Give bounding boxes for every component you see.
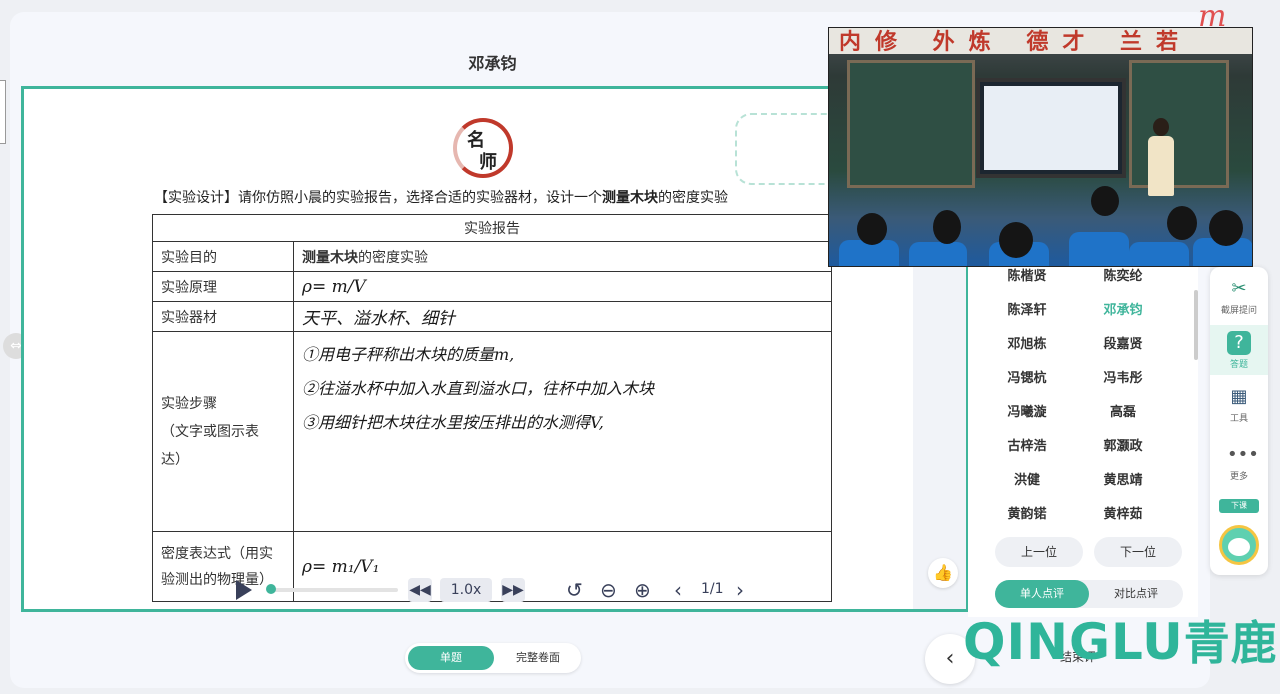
end-class-badge[interactable]: 下课: [1219, 499, 1259, 513]
steps-label-3: 达）: [161, 451, 189, 468]
view-mode-tabs: 单题 完整卷面: [405, 643, 581, 673]
watermark-latin: QINGLU: [963, 613, 1184, 671]
tool-toolbox[interactable]: ▦ 工具: [1210, 385, 1268, 424]
watermark-cn: 青鹿: [1183, 616, 1278, 670]
row-label-equipment: 实验器材: [152, 301, 294, 332]
student-item[interactable]: 陈泽轩: [987, 299, 1067, 318]
corner-mark: m: [1198, 0, 1227, 34]
left-edge-tab[interactable]: [0, 80, 6, 144]
play-icon[interactable]: [236, 580, 252, 600]
next-page-icon[interactable]: ›: [736, 576, 744, 604]
rotate-icon[interactable]: ↺: [566, 576, 583, 604]
mascot-avatar[interactable]: [1219, 525, 1259, 565]
blackboard-right: [1129, 60, 1229, 188]
report-header: 实验报告: [152, 214, 832, 242]
review-mode-toggle: 单人点评 对比点评: [995, 580, 1183, 608]
student-item[interactable]: 高磊: [1083, 401, 1163, 420]
teacher-logo: 名 师: [453, 118, 513, 178]
question-icon: ?: [1227, 331, 1251, 355]
row-value-steps: ①用电子秤称出木块的质量m, ②往溢水杯中加入水直到溢水口，往杯中加入木块 ③用…: [293, 331, 832, 532]
qinglu-watermark: QINGLU青鹿: [963, 612, 1278, 673]
tool-more[interactable]: ••• 更多: [1210, 443, 1268, 482]
rewind-icon[interactable]: ◀◀: [408, 578, 432, 602]
row-value-principle: ρ= m/V: [293, 271, 832, 302]
smart-screen: [976, 78, 1126, 178]
purpose-text: 的密度实验: [358, 249, 428, 266]
steps-label-2: （文字或图示表: [161, 423, 259, 440]
step-3: ③用细针把木块往水里按压排出的水测得V,: [302, 413, 604, 432]
student-item[interactable]: 冯韦彤: [1083, 367, 1163, 386]
student-item[interactable]: 段嘉贤: [1083, 333, 1163, 352]
forward-icon[interactable]: ▶▶: [501, 578, 525, 602]
teacher-figure: [1145, 118, 1175, 198]
student-item[interactable]: 古梓浩: [987, 435, 1067, 454]
student-item-selected[interactable]: 邓承钧: [1083, 299, 1163, 318]
blackboard-left: [847, 60, 975, 188]
thumbs-up-icon[interactable]: 👍: [928, 558, 958, 588]
tool-answer[interactable]: ? 答题: [1210, 325, 1268, 375]
tool-label: 工具: [1229, 414, 1248, 424]
progress-track[interactable]: [268, 588, 398, 592]
student-item[interactable]: 冯曦漩: [987, 401, 1067, 420]
student-item[interactable]: 冯锶杭: [987, 367, 1067, 386]
student-list-scrollbar[interactable]: [1194, 290, 1198, 360]
classroom-camera-feed: 内修 外炼 德才 兰若: [828, 27, 1253, 267]
row-value-purpose: 测量木块的密度实验: [293, 241, 832, 272]
student-item[interactable]: 黄思靖: [1083, 469, 1163, 488]
more-icon: •••: [1227, 444, 1259, 465]
step-1: ①用电子秤称出木块的质量m,: [302, 345, 515, 364]
student-item[interactable]: 陈奕纶: [1083, 265, 1163, 284]
row-label-steps: 实验步骤 （文字或图示表 达）: [152, 331, 294, 532]
question-bold: 测量木块: [602, 190, 658, 206]
camera-banner: 内修 外炼 德才 兰若: [829, 28, 1252, 55]
next-student-button[interactable]: 下一位: [1094, 537, 1182, 567]
steps-label-1: 实验步骤: [161, 395, 217, 412]
student-item[interactable]: 邓旭栋: [987, 333, 1067, 352]
question-text: 【实验设计】请你仿照小晨的实验报告，选择合适的实验器材，设计一个测量木块的密度实…: [154, 187, 844, 207]
page-indicator: 1/1: [701, 581, 724, 597]
step-2: ②往溢水杯中加入水直到溢水口，往杯中加入木块: [302, 379, 655, 398]
student-item[interactable]: 洪健: [987, 469, 1067, 488]
zoom-in-icon[interactable]: ⊕: [634, 576, 651, 604]
zoom-out-icon[interactable]: ⊖: [600, 576, 617, 604]
prev-page-icon[interactable]: ‹: [674, 576, 682, 604]
logo-char-2: 师: [479, 152, 497, 173]
tool-label: 答题: [1229, 360, 1248, 370]
tool-label: 截屏提问: [1220, 306, 1257, 316]
student-item[interactable]: 郭灏政: [1083, 435, 1163, 454]
question-suffix: 的密度实验: [658, 190, 728, 206]
report-table: 实验报告 实验目的 测量木块的密度实验 实验原理 ρ= m/V 实验器材 天平、…: [152, 214, 832, 602]
row-label-purpose: 实验目的: [152, 241, 294, 272]
tab-full-paper[interactable]: 完整卷面: [498, 646, 578, 670]
formula-label-1: 密度表达式（用实: [161, 545, 273, 562]
purpose-bold: 测量木块: [302, 249, 358, 266]
scissors-icon: ✂: [1231, 278, 1247, 299]
tab-single-question[interactable]: 单题: [408, 646, 494, 670]
row-label-principle: 实验原理: [152, 271, 294, 302]
student-item[interactable]: 黄梓茹: [1083, 503, 1163, 522]
toolbox-icon: ▦: [1230, 386, 1248, 407]
student-item[interactable]: 黄韵锘: [987, 503, 1067, 522]
student-item[interactable]: 陈楷贤: [987, 265, 1067, 284]
tool-screenshot-question[interactable]: ✂ 截屏提问: [1210, 277, 1268, 316]
compare-review-button[interactable]: 对比点评: [1089, 580, 1183, 608]
row-value-equipment: 天平、溢水杯、细针: [293, 301, 832, 332]
single-review-button[interactable]: 单人点评: [995, 580, 1089, 608]
speed-button[interactable]: 1.0x: [440, 578, 492, 602]
tool-label: 更多: [1229, 472, 1248, 482]
prev-student-button[interactable]: 上一位: [995, 537, 1083, 567]
question-prefix: 【实验设计】请你仿照小晨的实验报告，选择合适的实验器材，设计一个: [154, 190, 602, 206]
progress-handle[interactable]: [266, 584, 276, 594]
